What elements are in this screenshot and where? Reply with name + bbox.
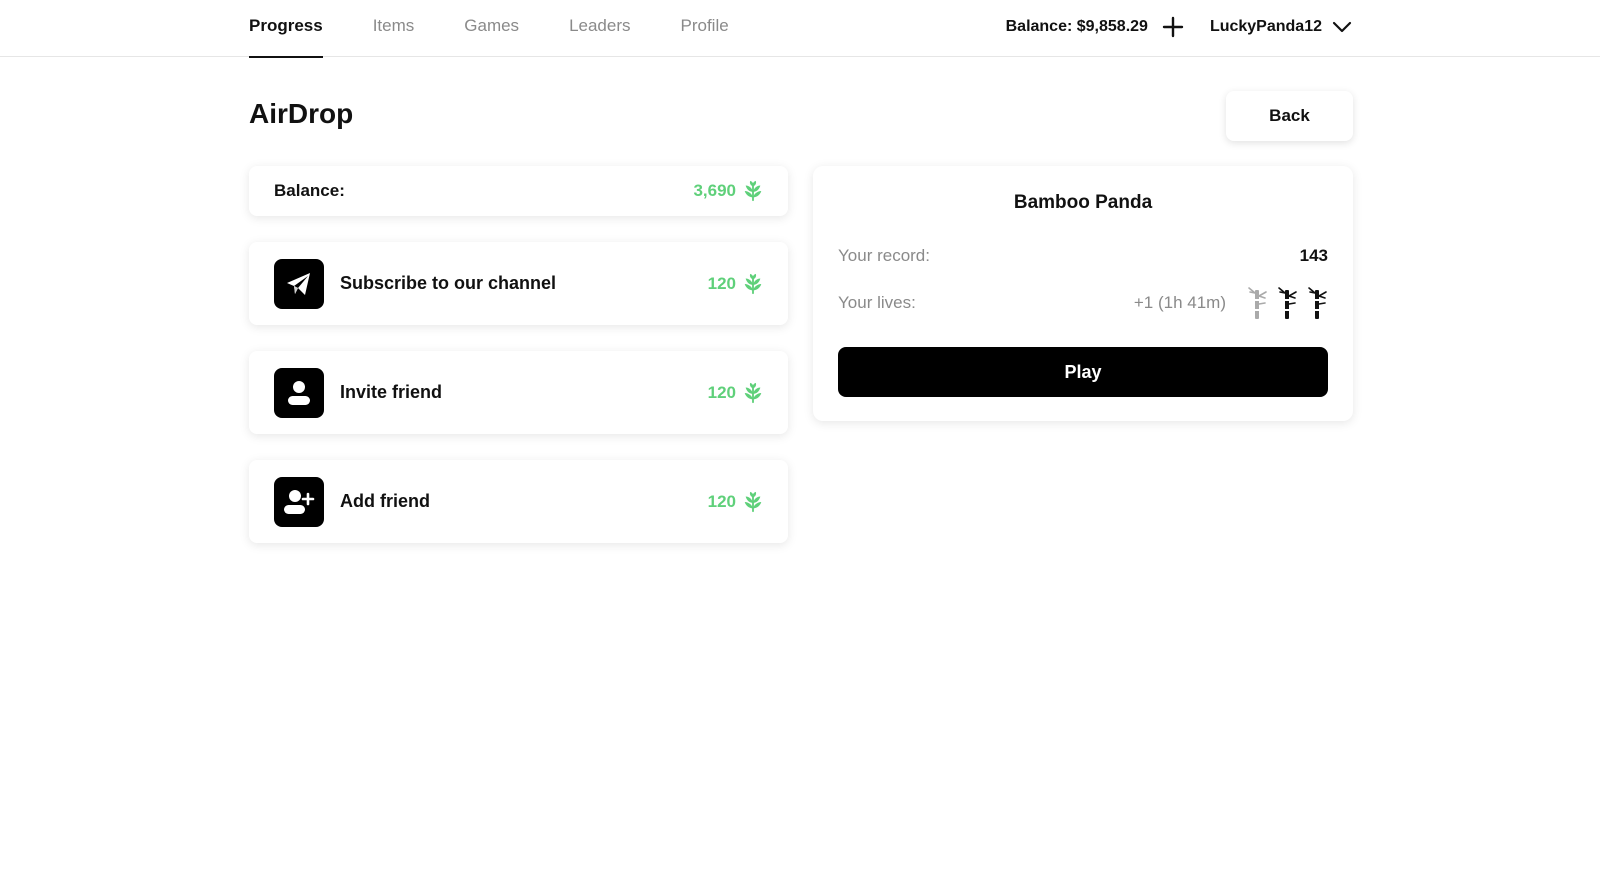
task-label: Subscribe to our channel [340, 273, 557, 293]
task-label: Invite friend [340, 382, 443, 402]
user-plus-icon [284, 490, 315, 514]
telegram-icon [287, 273, 310, 295]
game-title: Bamboo Panda [1013, 192, 1153, 213]
tab-profile[interactable]: Profile [681, 0, 729, 57]
balance-amount: 3,690 [693, 166, 764, 216]
account-balance: Balance: $9,858.29 [1005, 18, 1148, 35]
user-plus-icon-tile [274, 477, 324, 527]
reward-value: 120 [707, 273, 736, 293]
leaf-icon [744, 273, 762, 294]
lives-label: Your lives: [838, 293, 916, 312]
tab-items[interactable]: Items [373, 0, 415, 57]
bamboo-life-full-icon [1308, 287, 1327, 319]
task-reward: 120 [708, 242, 764, 325]
play-button[interactable]: Play [838, 347, 1328, 397]
lives-icons [1238, 286, 1328, 320]
page-title: AirDrop [249, 98, 354, 129]
plus-icon [1162, 16, 1184, 38]
task-add-friend[interactable]: Add friend 120 [249, 460, 788, 543]
balance-value: 3,690 [693, 181, 736, 200]
game-card-bamboo-panda: Bamboo Panda Your record: 143 Your lives… [813, 166, 1353, 421]
balance-card: Balance: 3,690 [249, 166, 788, 216]
reward-value: 120 [707, 491, 736, 511]
record-value: 143 [1299, 246, 1328, 265]
back-button[interactable]: Back [1226, 91, 1353, 141]
user-icon [288, 381, 310, 405]
main-nav: Progress Items Games Leaders Profile [249, 0, 779, 58]
task-label: Add friend [340, 491, 430, 511]
leaf-icon [744, 382, 762, 403]
account-area: Balance: $9,858.29 LuckyPanda12 [1006, 0, 1354, 54]
user-icon-tile [274, 368, 324, 418]
user-menu-button[interactable] [1330, 15, 1354, 39]
top-navigation-bar: Progress Items Games Leaders Profile Bal… [0, 0, 1600, 58]
record-label: Your record: [838, 246, 930, 265]
bamboo-life-empty-icon [1248, 287, 1267, 319]
lives-timer: +1 (1h 41m) [1133, 293, 1226, 312]
telegram-icon-tile [274, 259, 324, 309]
task-reward: 120 [708, 351, 764, 434]
leaf-icon [744, 491, 762, 512]
chevron-down-icon [1332, 21, 1352, 33]
bamboo-life-full-icon [1278, 287, 1297, 319]
task-reward: 120 [708, 460, 764, 543]
balance-label: Balance: [274, 181, 345, 200]
username[interactable]: LuckyPanda12 [1210, 18, 1322, 36]
tab-leaders[interactable]: Leaders [569, 0, 630, 57]
add-funds-button[interactable] [1160, 14, 1186, 40]
leaf-icon [744, 180, 762, 202]
lives-indicator: +1 (1h 41m) [1134, 284, 1328, 322]
tab-progress[interactable]: Progress [249, 0, 323, 58]
task-subscribe-channel[interactable]: Subscribe to our channel 120 [249, 242, 788, 325]
task-invite-friend[interactable]: Invite friend 120 [249, 351, 788, 434]
tab-games[interactable]: Games [464, 0, 519, 57]
reward-value: 120 [707, 382, 736, 402]
